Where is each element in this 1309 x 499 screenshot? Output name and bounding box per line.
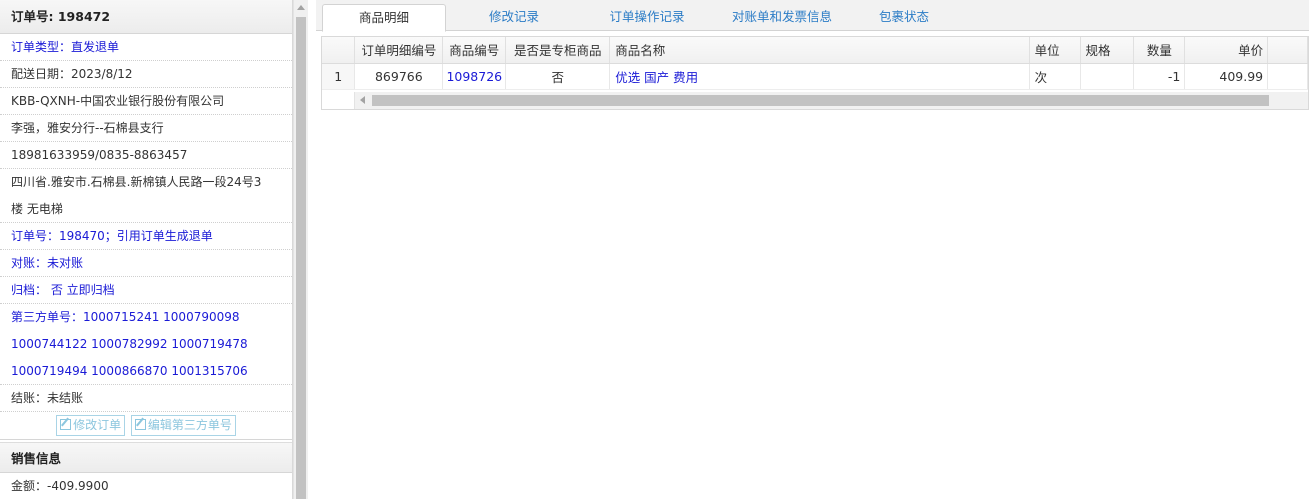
scrollbar-spacer bbox=[322, 92, 355, 109]
cell-detail-no: 869766 bbox=[354, 63, 444, 90]
col-product-no[interactable]: 商品编号 bbox=[442, 37, 507, 64]
edit-order-button[interactable]: 修改订单 bbox=[56, 415, 126, 436]
col-product-name[interactable]: 商品名称 bbox=[609, 37, 1030, 64]
third-party-numbers-line-1: 第三方单号：1000715241 1000790098 bbox=[11, 310, 240, 324]
order-actions: 修改订单 编辑第三方单号 bbox=[0, 412, 292, 440]
scroll-up-arrow-icon[interactable] bbox=[297, 5, 305, 10]
contact-person: 李强，雅安分行--石棉县支行 bbox=[0, 115, 292, 142]
order-info-panel: 订单号: 198472 订单类型：直发退单 配送日期：2023/8/12 KBB… bbox=[0, 0, 308, 499]
product-table: 订单明细编号 商品编号 是否是专柜商品 商品名称 单位 规格 数量 单价 1 8… bbox=[322, 37, 1308, 90]
contact-phone: 18981633959/0835-8863457 bbox=[0, 142, 292, 169]
third-party-numbers-line-2: 1000744122 1000782992 1000719478 bbox=[11, 337, 248, 351]
tab-package-status[interactable]: 包裹状态 bbox=[856, 4, 952, 31]
cell-product-no-link[interactable]: 1098726 bbox=[442, 63, 507, 90]
order-type: 订单类型：直发退单 bbox=[0, 34, 292, 61]
cell-qty: -1 bbox=[1133, 63, 1186, 90]
third-party-numbers-line-3: 1000719494 1000866870 1001315706 bbox=[0, 358, 292, 385]
order-number-header: 订单号: 198472 bbox=[0, 0, 292, 34]
col-qty[interactable]: 数量 bbox=[1133, 37, 1186, 64]
address-line-2: 楼 无电梯 bbox=[0, 196, 292, 223]
grid-horizontal-scrollbar[interactable] bbox=[322, 92, 1308, 109]
sales-info-header: 销售信息 bbox=[0, 442, 292, 473]
cell-is-counter: 否 bbox=[505, 63, 611, 90]
col-spec[interactable]: 规格 bbox=[1080, 37, 1135, 64]
reconcile-status: 对账：未对账 bbox=[0, 250, 292, 277]
col-unit[interactable]: 单位 bbox=[1029, 37, 1081, 64]
delivery-date: 配送日期：2023/8/12 bbox=[0, 61, 292, 88]
cell-overflow bbox=[1267, 63, 1308, 90]
address-line-1: 四川省.雅安市.石棉县.新棉镇人民路一段24号3 bbox=[11, 175, 262, 189]
scroll-left-arrow-icon[interactable] bbox=[360, 96, 365, 104]
cell-unit: 次 bbox=[1029, 63, 1081, 90]
col-price[interactable]: 单价 bbox=[1184, 37, 1269, 64]
row-number: 1 bbox=[322, 63, 356, 90]
left-panel-scrollbar[interactable] bbox=[293, 0, 308, 499]
settlement-status: 结账：未结账 bbox=[0, 385, 292, 412]
order-info-content: 订单号: 198472 订单类型：直发退单 配送日期：2023/8/12 KBB… bbox=[0, 0, 293, 499]
scroll-thumb[interactable] bbox=[372, 95, 1269, 106]
referenced-order: 订单号：198470；引用订单生成退单 bbox=[0, 223, 292, 250]
scroll-thumb[interactable] bbox=[296, 17, 306, 499]
edit-third-party-button[interactable]: 编辑第三方单号 bbox=[130, 415, 236, 436]
cell-spec bbox=[1080, 63, 1135, 90]
tab-product-details[interactable]: 商品明细 bbox=[322, 4, 446, 32]
cell-price: 409.99 bbox=[1184, 63, 1269, 90]
customer-company: KBB-QXNH-中国农业银行股份有限公司 bbox=[0, 88, 292, 115]
detail-panel: 商品明细 修改记录 订单操作记录 对账单和发票信息 包裹状态 订单明细编号 商品… bbox=[316, 0, 1309, 499]
sales-amount: 金额：-409.9900 bbox=[0, 473, 292, 499]
edit-third-party-label: 编辑第三方单号 bbox=[147, 418, 232, 432]
table-header-row: 订单明细编号 商品编号 是否是专柜商品 商品名称 单位 规格 数量 单价 bbox=[322, 37, 1308, 64]
tab-order-operations[interactable]: 订单操作记录 bbox=[582, 4, 712, 31]
product-detail-grid: 订单明细编号 商品编号 是否是专柜商品 商品名称 单位 规格 数量 单价 1 8… bbox=[321, 36, 1309, 110]
edit-icon bbox=[60, 419, 72, 430]
tab-change-log[interactable]: 修改记录 bbox=[456, 4, 572, 31]
col-overflow bbox=[1267, 37, 1308, 64]
edit-order-label: 修改订单 bbox=[73, 418, 122, 432]
tab-statement-invoice[interactable]: 对账单和发票信息 bbox=[712, 4, 852, 31]
edit-icon bbox=[134, 419, 146, 430]
cell-product-name-link[interactable]: 优选 国产 费用 bbox=[609, 63, 1030, 90]
row-number-header bbox=[322, 37, 356, 64]
tab-bar: 商品明细 修改记录 订单操作记录 对账单和发票信息 包裹状态 bbox=[316, 0, 1309, 32]
col-is-counter[interactable]: 是否是专柜商品 bbox=[505, 37, 611, 64]
col-detail-no[interactable]: 订单明细编号 bbox=[354, 37, 444, 64]
table-row[interactable]: 1 869766 1098726 否 优选 国产 费用 次 -1 409.99 bbox=[322, 63, 1308, 90]
archive-status[interactable]: 归档： 否 立即归档 bbox=[0, 277, 292, 304]
